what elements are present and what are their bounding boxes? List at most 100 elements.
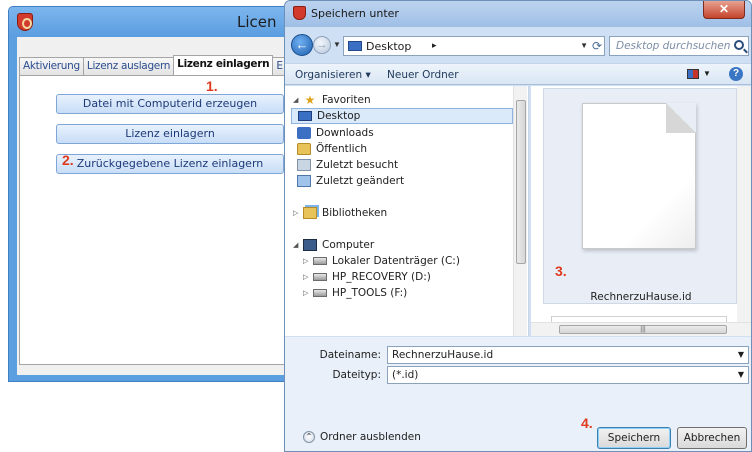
recent-places-icon xyxy=(297,159,311,171)
nav-favorites[interactable]: ◢ ★ Favoriten xyxy=(293,92,371,108)
create-computerid-file-button[interactable]: Datei mit Computerid erzeugen xyxy=(56,94,284,114)
address-dropdown-icon[interactable]: ▼ xyxy=(580,41,588,50)
address-location[interactable]: Desktop xyxy=(366,40,411,53)
hard-drive-icon xyxy=(313,273,327,281)
save-form: Dateiname: RechnerzuHause.id ▼ Dateityp:… xyxy=(285,337,751,397)
tab-lizenz-auslagern[interactable]: Lizenz auslagern xyxy=(82,57,175,75)
tab-aktivierung[interactable]: Aktivierung xyxy=(19,57,84,75)
nav-scrollbar-thumb[interactable] xyxy=(516,100,526,264)
collapse-icon: ⌃ xyxy=(303,431,315,443)
nav-public[interactable]: Öffentlich xyxy=(297,141,367,157)
hide-folders-label: Ordner ausblenden xyxy=(320,431,421,443)
save-as-dialog: Speichern unter ✕ ← → ▼ Desktop ▸ ▼ ⟳ De… xyxy=(284,0,752,452)
file-name: RechnerzuHause.id xyxy=(590,291,692,303)
filetype-select[interactable]: (*.id) ▼ xyxy=(387,366,749,384)
collapsed-icon[interactable]: ▷ xyxy=(293,209,301,217)
nav-downloads[interactable]: Downloads xyxy=(297,125,374,141)
hide-folders-toggle[interactable]: ⌃ Ordner ausblenden xyxy=(303,431,421,443)
help-icon[interactable]: ? xyxy=(729,67,743,81)
filename-field[interactable]: RechnerzuHause.id ▼ xyxy=(387,346,749,364)
search-input[interactable]: Desktop durchsuchen xyxy=(609,36,749,56)
nav-label: Downloads xyxy=(316,127,374,139)
navigation-pane: ◢ ★ Favoriten Desktop Downloads Öffentli… xyxy=(285,86,529,336)
dialog-title: Speichern unter xyxy=(311,7,399,20)
nav-recently-changed[interactable]: Zuletzt geändert xyxy=(297,173,404,189)
nav-label: Lokaler Datenträger (C:) xyxy=(332,255,460,267)
filetype-value: (*.id) xyxy=(392,369,419,381)
nav-scrollbar[interactable] xyxy=(513,86,527,336)
import-returned-license-button[interactable]: Zurückgegebene Lizenz einlagern xyxy=(56,154,284,174)
organize-menu[interactable]: Organisieren ▾ xyxy=(295,69,371,81)
app-logo-icon xyxy=(17,13,33,31)
libraries-icon xyxy=(303,207,317,219)
back-button[interactable]: ← xyxy=(291,34,313,56)
nav-libraries[interactable]: ▷ Bibliotheken xyxy=(293,205,387,221)
app-title: Licen xyxy=(237,13,277,31)
filename-value: RechnerzuHause.id xyxy=(392,349,494,361)
dialog-app-icon xyxy=(293,6,306,20)
nav-label: Öffentlich xyxy=(316,143,367,155)
nav-label: Bibliotheken xyxy=(322,207,388,219)
nav-drive-d[interactable]: ▷ HP_RECOVERY (D:) xyxy=(303,269,431,285)
nav-label: Favoriten xyxy=(322,94,371,106)
tab-panel: Datei mit Computerid erzeugen Lizenz ein… xyxy=(19,75,291,365)
change-view-icon[interactable] xyxy=(687,69,699,79)
chevron-down-icon[interactable]: ▼ xyxy=(738,350,744,359)
chevron-down-icon[interactable]: ▼ xyxy=(738,370,744,379)
license-app-window: Licen Aktivierung Lizenz auslagern Lizen… xyxy=(8,6,292,382)
forward-button[interactable]: → xyxy=(313,36,331,54)
close-button[interactable]: ✕ xyxy=(703,1,745,19)
nav-computer[interactable]: ◢ Computer xyxy=(293,237,374,253)
collapsed-icon[interactable]: ▷ xyxy=(303,257,311,265)
computer-icon xyxy=(303,239,317,251)
file-item[interactable]: RechnerzuHause.id xyxy=(543,88,737,304)
nav-label: Desktop xyxy=(317,110,361,122)
annotation-marker-3: 3. xyxy=(555,263,567,279)
dialog-titlebar: Speichern unter ✕ xyxy=(285,1,751,27)
app-tabs: Aktivierung Lizenz auslagern Lizenz einl… xyxy=(19,55,287,75)
annotation-marker-2: 2. xyxy=(62,152,74,168)
file-horizontal-scrollbar[interactable]: ||| xyxy=(531,322,751,336)
annotation-marker-1: 1. xyxy=(206,78,218,94)
collapsed-icon[interactable]: ▷ xyxy=(303,289,311,297)
file-list-pane: RechnerzuHause.id ||| xyxy=(531,86,751,336)
view-dropdown-icon[interactable]: ▼ xyxy=(703,69,711,78)
chevron-right-icon[interactable]: ▸ xyxy=(432,40,437,51)
scrollbar-thumb[interactable]: ||| xyxy=(559,325,727,334)
expanded-icon[interactable]: ◢ xyxy=(293,96,301,104)
nav-label: Zuletzt geändert xyxy=(316,175,405,187)
expanded-icon[interactable]: ◢ xyxy=(293,241,301,249)
recent-locations-dropdown-icon[interactable]: ▼ xyxy=(333,40,341,49)
new-folder-button[interactable]: Neuer Ordner xyxy=(387,69,459,81)
import-license-button[interactable]: Lizenz einlagern xyxy=(56,124,284,144)
collapsed-icon[interactable]: ▷ xyxy=(303,273,311,281)
refresh-icon[interactable]: ⟳ xyxy=(592,39,602,53)
save-button[interactable]: Speichern xyxy=(597,427,671,449)
file-vertical-scrollbar[interactable] xyxy=(737,86,751,322)
hard-drive-icon xyxy=(313,289,327,297)
search-icon[interactable] xyxy=(734,40,744,50)
app-client-area: Aktivierung Lizenz auslagern Lizenz einl… xyxy=(17,37,291,375)
document-icon xyxy=(582,103,696,249)
nav-desktop[interactable]: Desktop xyxy=(291,108,513,124)
folder-icon xyxy=(297,143,311,155)
nav-drive-f[interactable]: ▷ HP_TOOLS (F:) xyxy=(303,285,407,301)
hard-drive-icon xyxy=(313,257,327,265)
desktop-icon xyxy=(348,41,362,51)
nav-label: HP_TOOLS (F:) xyxy=(332,287,408,299)
recently-changed-icon xyxy=(297,175,311,187)
filename-label: Dateiname: xyxy=(319,349,381,361)
annotation-marker-4: 4. xyxy=(581,415,593,431)
address-bar[interactable]: Desktop ▸ ▼ ⟳ xyxy=(343,36,605,56)
nav-label: Zuletzt besucht xyxy=(316,159,399,171)
nav-drive-c[interactable]: ▷ Lokaler Datenträger (C:) xyxy=(303,253,460,269)
star-icon: ★ xyxy=(304,93,316,107)
tab-lizenz-einlagern[interactable]: Lizenz einlagern xyxy=(173,55,274,75)
downloads-icon xyxy=(297,127,311,139)
nav-label: Computer xyxy=(322,239,375,251)
desktop-icon xyxy=(298,111,312,121)
cancel-button[interactable]: Abbrechen xyxy=(677,427,747,449)
nav-recent[interactable]: Zuletzt besucht xyxy=(297,157,398,173)
address-row: ← → ▼ Desktop ▸ ▼ ⟳ Desktop durchsuchen xyxy=(285,31,751,61)
app-titlebar: Licen xyxy=(9,7,291,37)
